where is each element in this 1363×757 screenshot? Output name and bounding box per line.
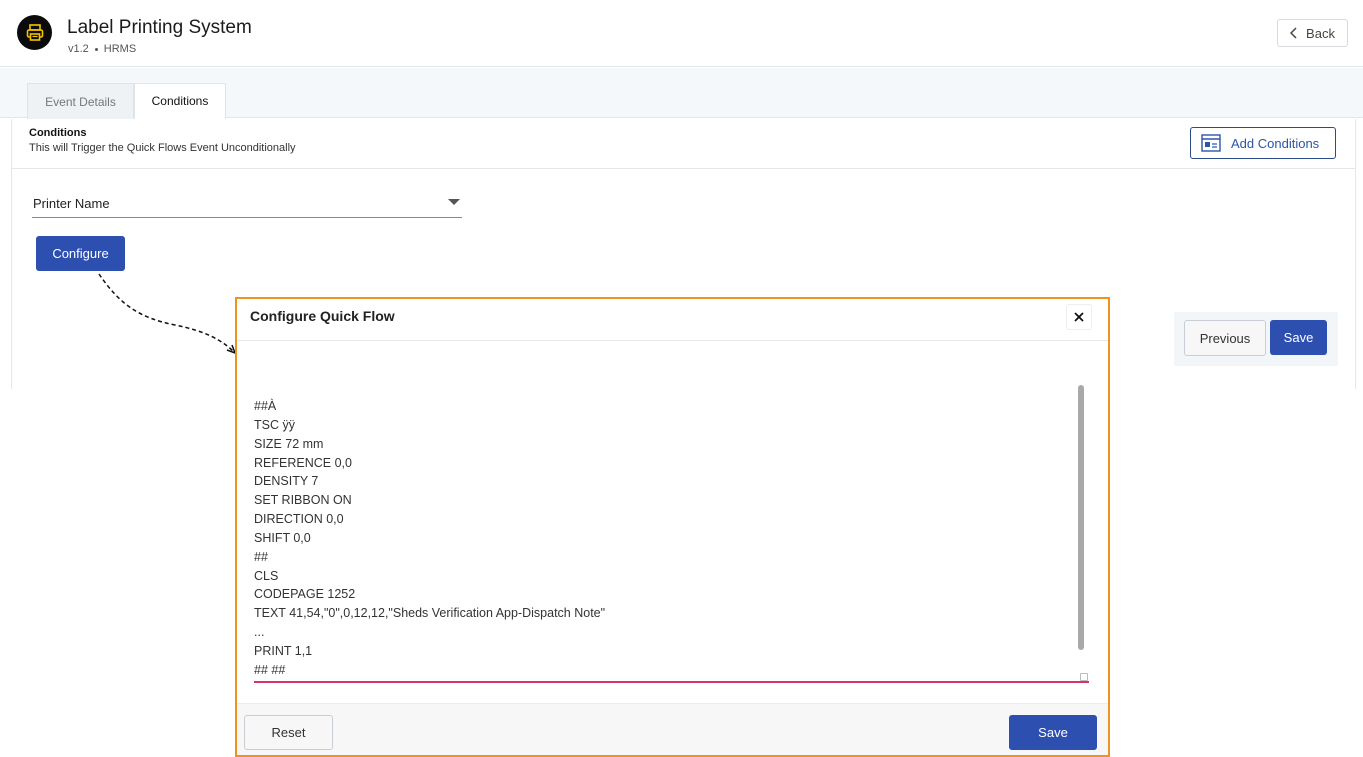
configure-button[interactable]: Configure [36, 236, 125, 271]
modal-header-divider [237, 340, 1108, 341]
previous-button[interactable]: Previous [1184, 320, 1266, 356]
add-conditions-button[interactable]: Add Conditions [1190, 127, 1336, 159]
app-header: Label Printing System v1.2 HRMS Back [0, 0, 1363, 67]
code-line: DIRECTION 0,0 [254, 512, 344, 527]
app-version: v1.2 [68, 43, 89, 55]
printer-logo-icon [17, 15, 52, 50]
app-title: Label Printing System [67, 17, 252, 38]
add-conditions-label: Add Conditions [1231, 135, 1320, 151]
tab-event-details[interactable]: Event Details [27, 83, 134, 119]
printer-name-select[interactable]: Printer Name [32, 193, 462, 218]
save-button[interactable]: Save [1270, 320, 1327, 355]
modal-footer: Reset Save [237, 703, 1108, 755]
app-subtitle: v1.2 HRMS [68, 43, 136, 55]
textarea-scrollbar[interactable] [1078, 385, 1084, 650]
code-line: CODEPAGE 1252 [254, 587, 356, 602]
code-line: REFERENCE 0,0 [254, 455, 352, 470]
close-icon[interactable] [1066, 304, 1092, 330]
configure-quick-flow-modal: Configure Quick Flow ##À TSC ÿÿ SIZE 72 mm… [235, 297, 1110, 757]
reset-button[interactable]: Reset [244, 715, 333, 750]
tab-conditions[interactable]: Conditions [134, 83, 226, 119]
code-line: SET RIBBON ON [254, 493, 352, 508]
code-line: CLS [254, 568, 279, 583]
code-line: SIZE 72 mm [254, 436, 324, 451]
code-line: SHIFT 0,0 [254, 530, 311, 545]
code-line: ##À [254, 399, 277, 413]
code-line: ## [254, 549, 268, 564]
divider [12, 168, 1355, 169]
code-line: TSC ÿÿ [254, 417, 295, 432]
modal-title: Configure Quick Flow [250, 308, 395, 324]
chevron-left-icon [1290, 27, 1297, 39]
code-line: ## ## [254, 662, 286, 677]
code-line: ... [254, 625, 265, 640]
dropdown-caret-icon [448, 199, 460, 205]
modal-save-button[interactable]: Save [1009, 715, 1097, 750]
code-line: DENSITY 7 [254, 474, 319, 489]
back-label: Back [1306, 25, 1335, 41]
separator-dot [94, 47, 98, 51]
app-module: HRMS [103, 43, 137, 55]
back-button[interactable]: Back [1277, 19, 1348, 47]
code-line: PRINT 1,1 [254, 643, 313, 658]
conditions-title: Conditions [29, 127, 87, 139]
conditions-description: This will Trigger the Quick Flows Event … [29, 142, 296, 154]
printer-code-textarea[interactable]: ##À TSC ÿÿ SIZE 72 mm REFERENCE 0,0 DENSITY … [254, 385, 1089, 683]
resize-grip-icon[interactable] [1080, 673, 1088, 681]
printer-code-content: ##À TSC ÿÿ SIZE 72 mm REFERENCE 0,0 DENSITY … [254, 397, 1064, 680]
code-line: TEXT 41,54,"0",0,12,12,"Sheds Verificati… [254, 606, 606, 621]
add-condition-icon [1201, 134, 1221, 152]
printer-name-label: Printer Name [33, 196, 110, 211]
